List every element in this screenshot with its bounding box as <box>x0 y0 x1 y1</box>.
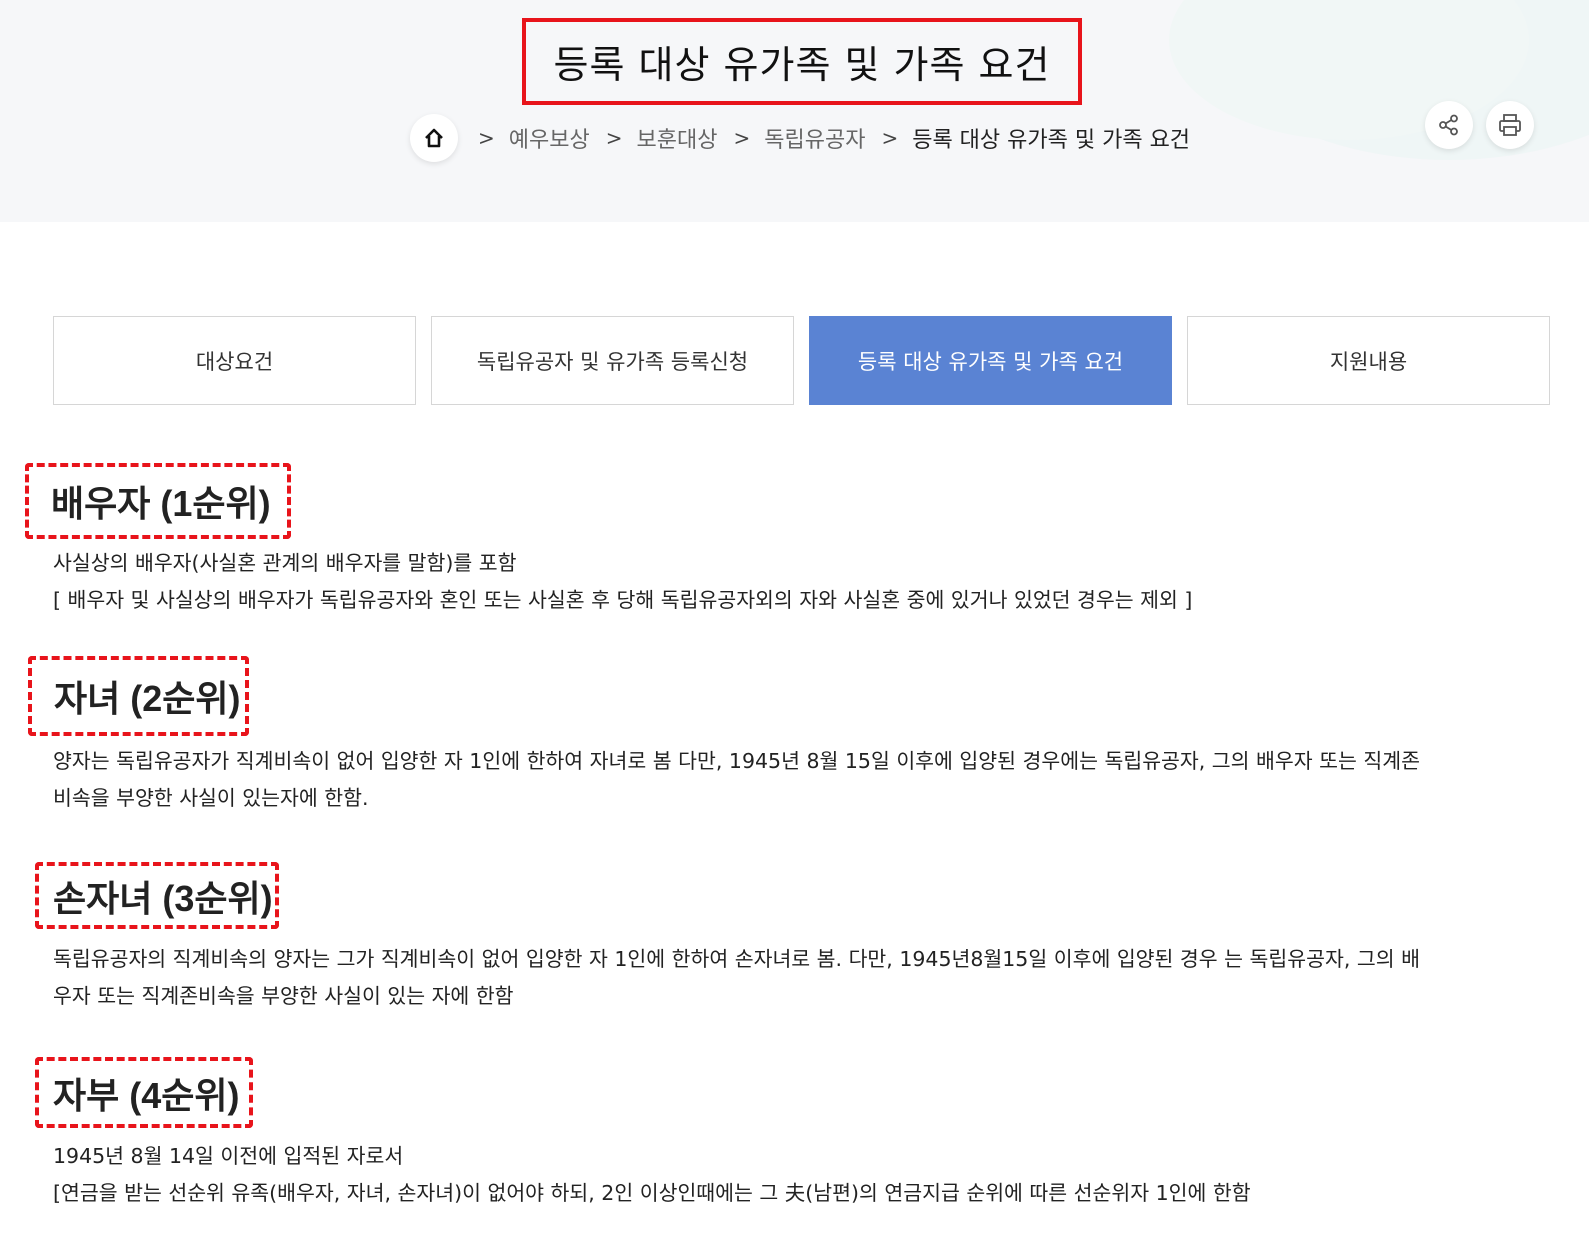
page-title: 등록 대상 유가족 및 가족 요건 <box>553 43 1051 87</box>
tab-eligibility[interactable]: 대상요건 <box>53 316 416 405</box>
home-button[interactable] <box>410 114 458 162</box>
section-body: 1945년 8월 14일 이전에 입적된 자로서 [연금을 받는 선순위 유족(… <box>53 1138 1553 1212</box>
section-text: 양자는 독립유공자가 직계비속이 없어 입양한 자 1인에 한하여 자녀로 봄 … <box>53 749 1420 773</box>
section-body: 양자는 독립유공자가 직계비속이 없어 입양한 자 1인에 한하여 자녀로 봄 … <box>53 743 1553 817</box>
print-button[interactable] <box>1486 101 1534 149</box>
section-body: 독립유공자의 직계비속의 양자는 그가 직계비속이 없어 입양한 자 1인에 한… <box>53 941 1553 1015</box>
section-heading-box: 자녀 (2순위) <box>28 656 249 736</box>
section-text: 우자 또는 직계존비속을 부양한 사실이 있는 자에 한함 <box>53 984 514 1008</box>
tab-registration[interactable]: 독립유공자 및 유가족 등록신청 <box>431 316 794 405</box>
breadcrumb-item[interactable]: 예우보상 <box>509 122 590 154</box>
page-title-highlight: 등록 대상 유가족 및 가족 요건 <box>522 18 1082 105</box>
section-text: [연금을 받는 선순위 유족(배우자, 자녀, 손자녀)이 없어야 하되, 2인… <box>53 1181 1251 1205</box>
section-title: 손자녀 (3순위) <box>53 877 273 919</box>
share-icon <box>1439 114 1458 136</box>
section-text: [ 배우자 및 사실상의 배우자가 독립유공자와 혼인 또는 사실혼 후 당해 … <box>53 588 1193 612</box>
chevron-right-icon: > <box>733 126 751 150</box>
tab-support[interactable]: 지원내용 <box>1187 316 1550 405</box>
section-text: 독립유공자의 직계비속의 양자는 그가 직계비속이 없어 입양한 자 1인에 한… <box>53 947 1420 971</box>
section-heading-box: 손자녀 (3순위) <box>35 862 279 929</box>
chevron-right-icon: > <box>478 126 495 150</box>
section-text: 사실상의 배우자(사실혼 관계의 배우자를 말함)를 포함 <box>53 551 517 575</box>
share-button[interactable] <box>1425 101 1473 149</box>
breadcrumb-current: 등록 대상 유가족 및 가족 요건 <box>912 128 1191 153</box>
section-title: 자부 (4순위) <box>53 1074 240 1116</box>
tab-family-requirements[interactable]: 등록 대상 유가족 및 가족 요건 <box>809 316 1172 405</box>
section-heading-box: 자부 (4순위) <box>35 1057 253 1128</box>
breadcrumb-item[interactable]: 보훈대상 <box>637 122 718 154</box>
chevron-right-icon: > <box>605 126 623 150</box>
section-title: 자녀 (2순위) <box>54 678 241 719</box>
section-title: 배우자 (1순위) <box>51 483 271 524</box>
home-icon <box>425 128 443 148</box>
breadcrumb-item[interactable]: 독립유공자 <box>764 122 865 154</box>
section-heading-box: 배우자 (1순위) <box>25 463 291 539</box>
section-text: 1945년 8월 14일 이전에 입적된 자로서 <box>53 1144 404 1168</box>
breadcrumb: > 예우보상 > 보훈대상 > 독립유공자 > 등록 대상 유가족 및 가족 요… <box>410 113 1190 163</box>
section-text: 비속을 부양한 사실이 있는자에 한함. <box>53 786 369 810</box>
print-icon <box>1499 114 1521 136</box>
chevron-right-icon: > <box>881 126 899 150</box>
tab-bar: 대상요건 독립유공자 및 유가족 등록신청 등록 대상 유가족 및 가족 요건 … <box>53 316 1550 405</box>
section-body: 사실상의 배우자(사실혼 관계의 배우자를 말함)를 포함 [ 배우자 및 사실… <box>53 545 1553 619</box>
